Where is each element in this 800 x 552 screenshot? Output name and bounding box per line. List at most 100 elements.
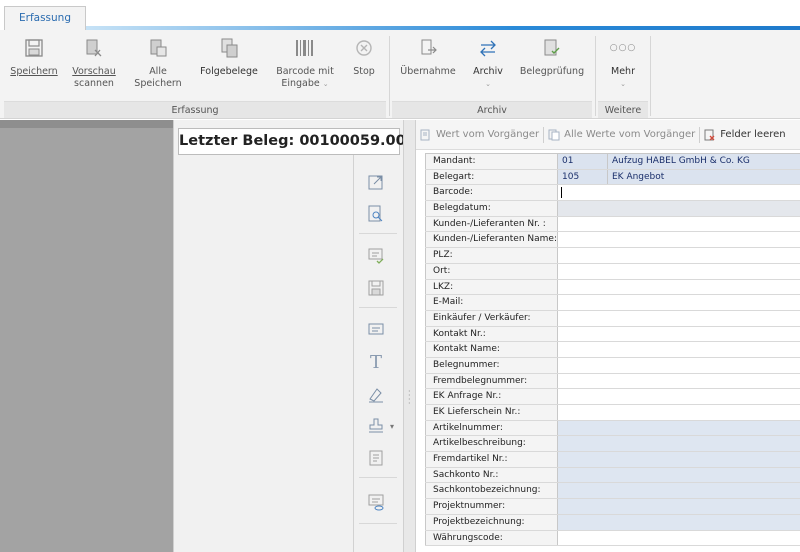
comment-icon[interactable] [365, 319, 387, 341]
field-label: Kunden-/Lieferanten Nr. : [425, 216, 558, 232]
stop-button[interactable]: Stop [346, 36, 382, 102]
follow-documents-icon [217, 36, 241, 60]
field-input[interactable] [558, 264, 800, 279]
all-values-from-previous-button[interactable]: Alle Werte vom Vorgänger [544, 120, 699, 150]
chevron-down-icon: ⌄ [620, 80, 626, 88]
field-input[interactable] [558, 327, 800, 342]
archive-button[interactable]: Archiv ⌄ [466, 36, 510, 102]
field-label: E-Mail: [425, 295, 558, 310]
field-input[interactable] [558, 499, 800, 514]
field-row: Projektbezeichnung: [425, 514, 800, 531]
takeover-label: Übernahme [400, 66, 456, 77]
tab-erfassung[interactable]: Erfassung [4, 6, 86, 31]
last-document-label: Letzter Beleg: 00100059.001 [178, 128, 416, 155]
text-tool-icon[interactable]: T [365, 351, 387, 373]
ribbon: Speichern Vorschau scannen Alle Speicher… [0, 30, 800, 119]
field-code[interactable]: 01 [558, 154, 608, 169]
field-input[interactable] [558, 358, 800, 373]
document-check-label: Belegprüfung [519, 66, 585, 77]
field-label: Fremdbelegnummer: [425, 373, 558, 389]
tool-separator [359, 523, 397, 524]
stamp-icon[interactable] [365, 415, 387, 437]
field-label: Fremdartikel Nr.: [425, 452, 558, 467]
save-label: Speichern [10, 66, 58, 77]
highlighter-icon[interactable] [365, 383, 387, 405]
document-check-button[interactable]: Belegprüfung [516, 36, 588, 102]
field-input[interactable] [558, 405, 800, 420]
clear-fields-button[interactable]: Felder leeren [700, 120, 789, 150]
field-row-belegdatum: Belegdatum: [425, 201, 800, 217]
field-input[interactable] [558, 248, 800, 263]
field-input[interactable] [558, 452, 800, 467]
field-input[interactable] [558, 232, 800, 247]
field-row: Artikelbeschreibung: [425, 436, 800, 453]
value-from-previous-button[interactable]: Wert vom Vorgänger [416, 120, 543, 150]
text-caret [561, 187, 562, 199]
takeover-icon [416, 36, 440, 60]
field-input[interactable] [558, 201, 800, 216]
field-input[interactable] [558, 467, 800, 483]
field-value[interactable]: Aufzug HABEL GmbH & Co. KG [608, 154, 800, 169]
field-input[interactable] [558, 389, 800, 404]
field-input[interactable] [558, 420, 800, 436]
save-all-label-1: Alle [149, 66, 167, 77]
preview-scan-button[interactable]: Vorschau scannen [66, 36, 122, 102]
field-label: Kontakt Name: [425, 342, 558, 357]
field-input[interactable] [558, 531, 800, 546]
field-code[interactable]: 105 [558, 169, 608, 185]
field-label: EK Lieferschein Nr.: [425, 405, 558, 420]
field-row: Kontakt Name: [425, 342, 800, 358]
field-row: Sachkonto Nr.: [425, 467, 800, 484]
field-row-mandant: Mandant: 01 Aufzug HABEL GmbH & Co. KG [425, 154, 800, 170]
document-preview[interactable] [174, 155, 354, 552]
barcode-label-1: Barcode mit [276, 66, 334, 77]
field-label: PLZ: [425, 248, 558, 263]
field-label: Projektnummer: [425, 499, 558, 514]
barcode-input[interactable] [558, 185, 800, 200]
copy-all-values-icon [548, 129, 560, 141]
field-input[interactable] [558, 311, 800, 326]
panel-splitter[interactable]: · · · · [403, 120, 416, 552]
field-input[interactable] [558, 217, 800, 232]
follow-documents-button[interactable]: Folgebelege [196, 36, 262, 102]
field-label: Ort: [425, 263, 558, 279]
field-input[interactable] [558, 374, 800, 389]
zoom-document-icon[interactable] [365, 203, 387, 225]
save-document-icon[interactable] [365, 277, 387, 299]
takeover-button[interactable]: Übernahme [398, 36, 458, 102]
field-row: Ort: [425, 263, 800, 280]
approve-document-icon[interactable] [365, 245, 387, 267]
field-input[interactable] [558, 280, 800, 295]
barcode-input-button[interactable]: Barcode mit Eingabe ⌄ [272, 36, 338, 102]
field-input[interactable] [558, 514, 800, 530]
all-values-from-previous-label: Alle Werte vom Vorgänger [564, 129, 696, 140]
open-external-icon[interactable] [365, 171, 387, 193]
field-label: LKZ: [425, 279, 558, 295]
splitter-grip-icon: · · · · [408, 387, 411, 408]
field-row: PLZ: [425, 248, 800, 264]
barcode-icon [293, 36, 317, 60]
field-value[interactable]: EK Angebot [608, 169, 800, 185]
field-grid: Mandant: 01 Aufzug HABEL GmbH & Co. KG B… [425, 153, 800, 547]
field-row: Kontakt Nr.: [425, 326, 800, 343]
field-input[interactable] [558, 295, 800, 310]
more-button[interactable]: ○○○ Mehr ⌄ [600, 36, 646, 102]
field-input[interactable] [558, 342, 800, 357]
save-all-button[interactable]: Alle Speichern [130, 36, 186, 102]
field-label: Sachkonto Nr.: [425, 467, 558, 483]
form-document-icon[interactable] [365, 447, 387, 469]
chevron-down-icon[interactable]: ▾ [390, 422, 394, 431]
save-button[interactable]: Speichern [8, 36, 60, 102]
ribbon-separator [389, 36, 390, 116]
field-label: Währungscode: [425, 530, 558, 546]
field-input[interactable] [558, 483, 800, 499]
field-row: EK Lieferschein Nr.: [425, 405, 800, 421]
view-document-icon[interactable] [365, 491, 387, 513]
transfer-arrows-icon [476, 36, 500, 60]
ribbon-separator [650, 36, 651, 116]
ribbon-tab-bar: Erfassung [0, 0, 800, 31]
field-input[interactable] [558, 436, 800, 452]
field-row: Währungscode: [425, 530, 800, 547]
stop-label: Stop [353, 66, 375, 77]
field-row: Fremdbelegnummer: [425, 373, 800, 390]
